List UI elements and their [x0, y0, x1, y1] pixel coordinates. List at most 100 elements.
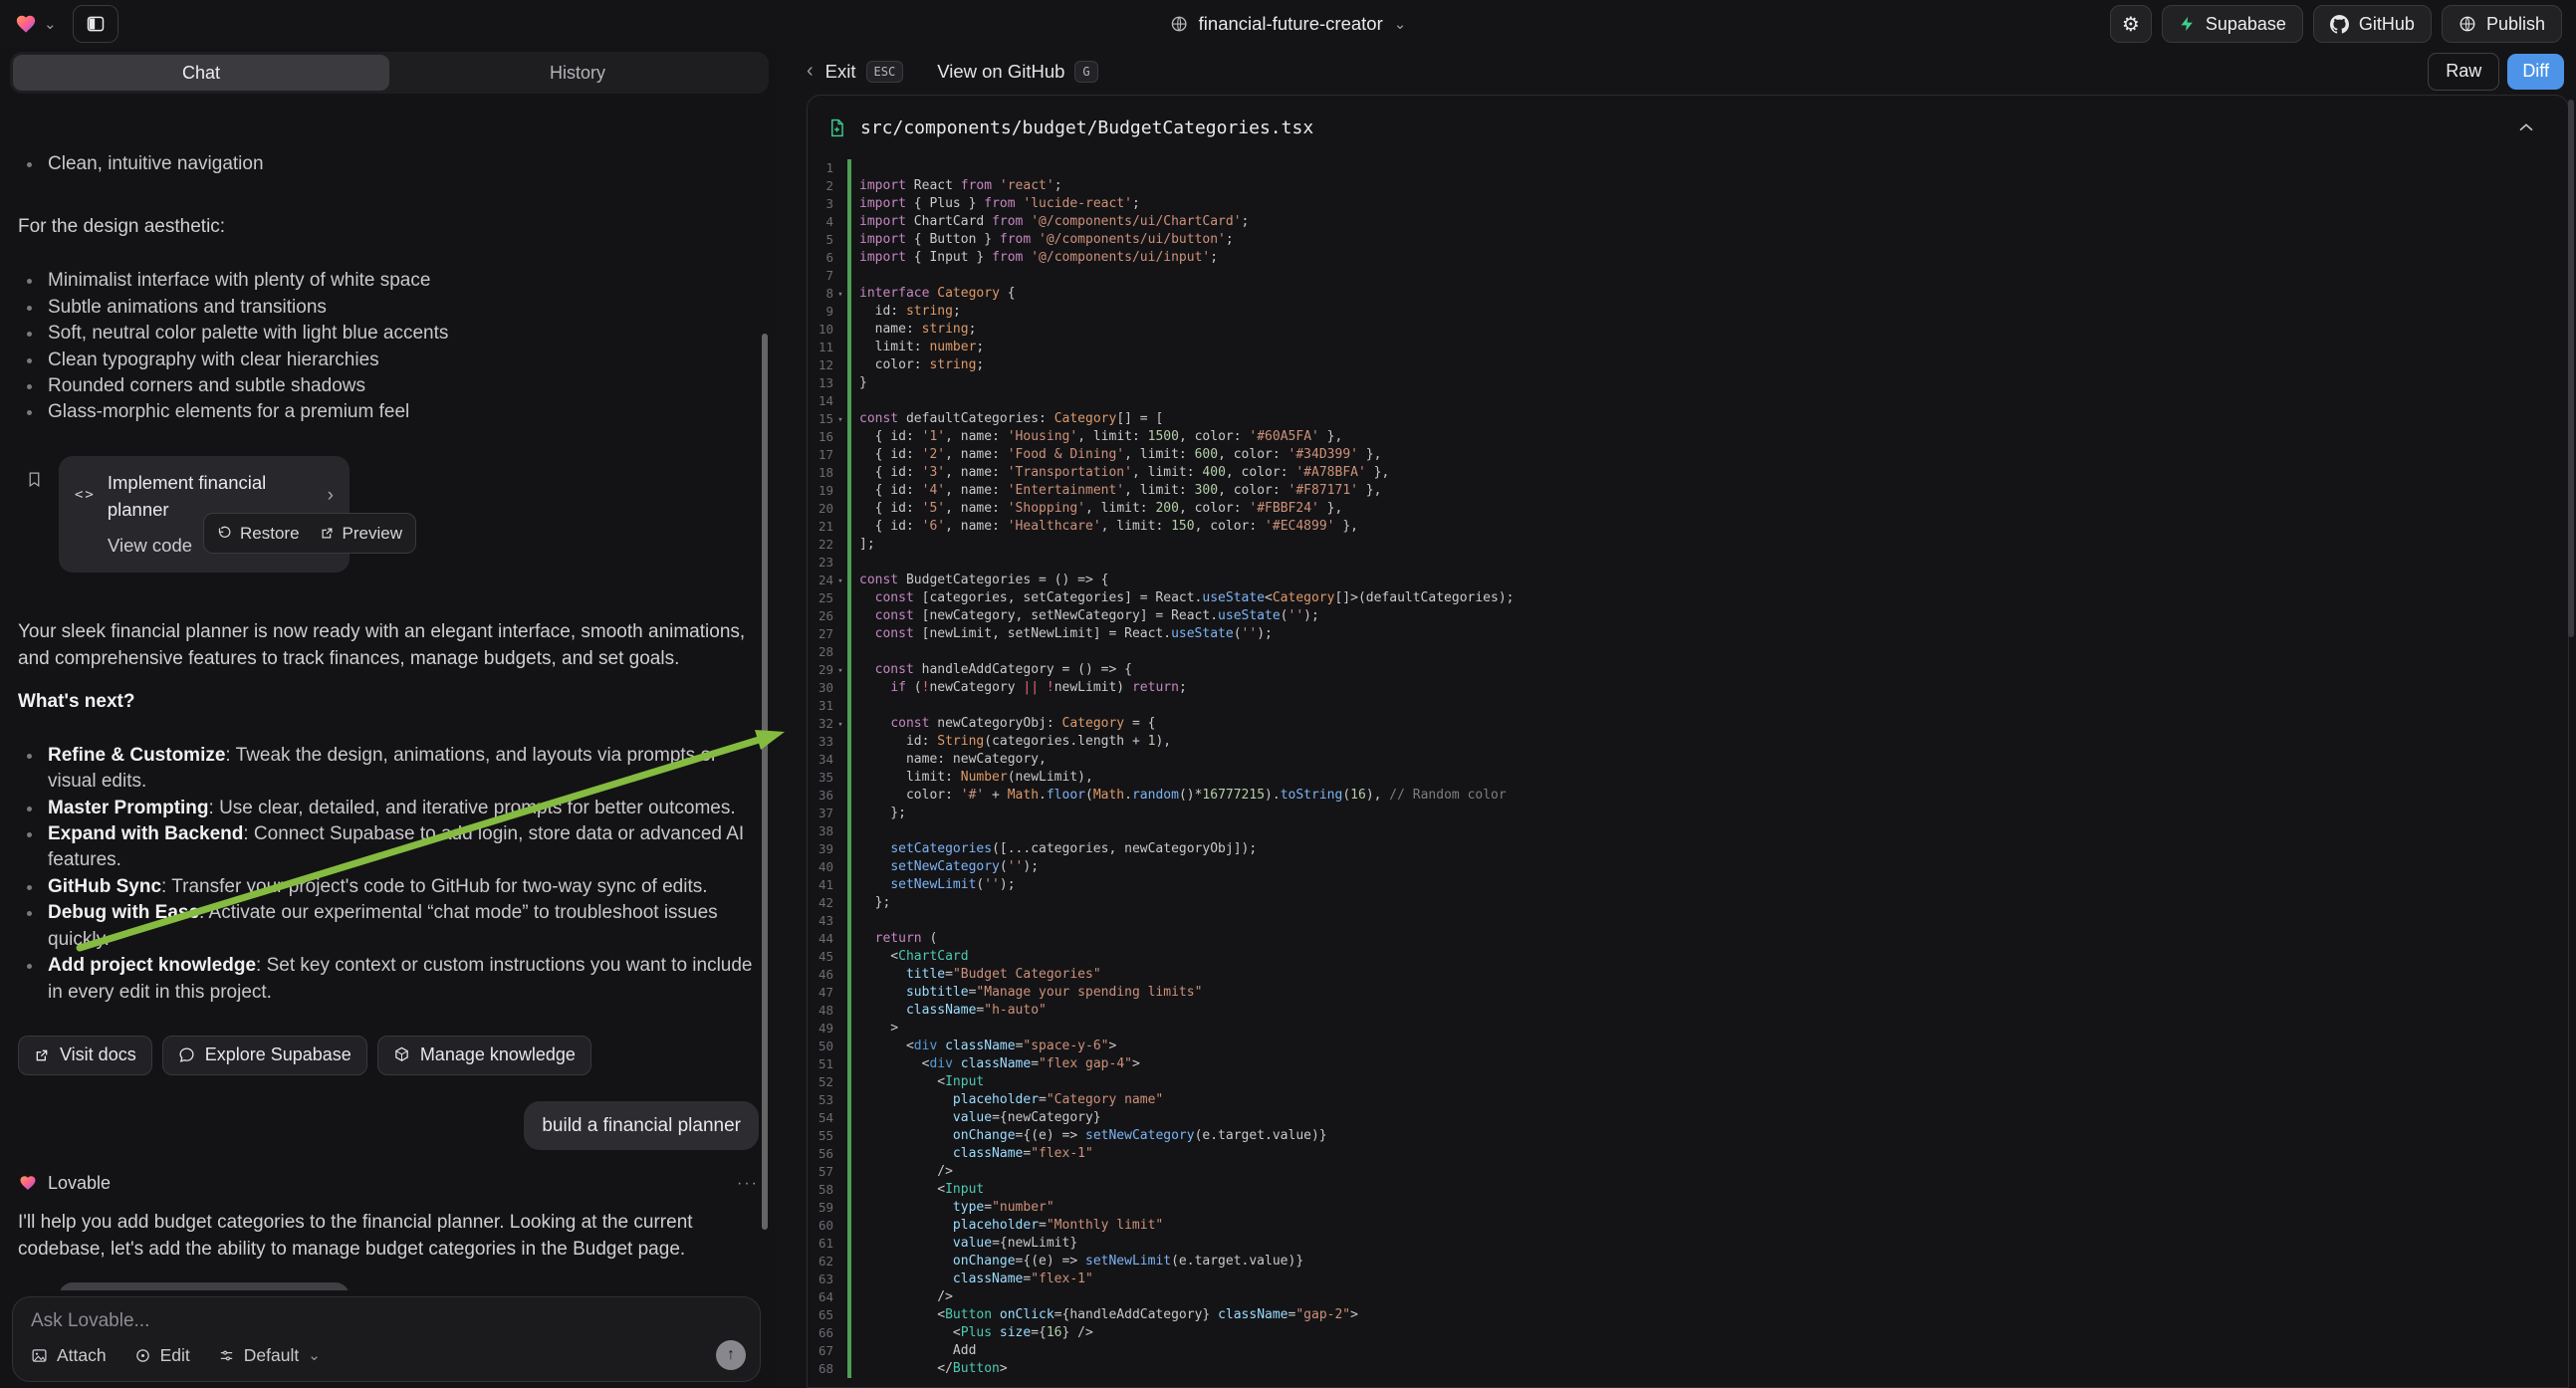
sidebar-toggle-button[interactable] — [73, 5, 118, 43]
line-number: 40 — [808, 858, 833, 876]
code-text: id: string; — [859, 303, 961, 321]
panel-left-icon — [86, 14, 106, 34]
code-text: { id: '3', name: 'Transportation', limit… — [859, 464, 1389, 482]
line-number: 49 — [808, 1020, 833, 1038]
code-line: 25 const [categories, setCategories] = R… — [808, 589, 2568, 607]
code-line: 36 color: '#' + Math.floor(Math.random()… — [808, 787, 2568, 805]
code-text: const [categories, setCategories] = Reac… — [859, 589, 1514, 607]
line-number: 9 — [808, 303, 833, 321]
fold-chevron-icon[interactable]: ▾ — [833, 572, 847, 589]
attach-button[interactable]: Attach — [31, 1345, 107, 1366]
manage-knowledge-button[interactable]: Manage knowledge — [377, 1036, 591, 1075]
preview-button[interactable]: Preview — [320, 520, 402, 547]
chat-message-area: Clean, intuitive navigation For the desi… — [0, 143, 777, 1290]
code-text: </Button> — [859, 1360, 1008, 1378]
diff-added-bar — [847, 1342, 851, 1360]
fold-chevron-icon[interactable]: ▾ — [833, 661, 847, 679]
line-number: 24 — [808, 572, 833, 589]
fold-gutter — [833, 894, 847, 912]
project-selector[interactable]: financial-future-creator ⌄ — [1170, 13, 1407, 35]
github-label: GitHub — [2359, 14, 2415, 35]
code-text: <Input — [859, 1073, 984, 1091]
fold-chevron-icon[interactable]: ▾ — [833, 715, 847, 733]
code-text: > — [859, 1020, 898, 1038]
fold-gutter — [833, 159, 847, 177]
code-line: 39 setCategories([...categories, newCate… — [808, 840, 2568, 858]
chat-scrollbar[interactable] — [762, 334, 768, 1230]
exit-button[interactable]: Exit — [825, 61, 856, 83]
file-header[interactable]: src/components/budget/BudgetCategories.t… — [808, 96, 2568, 159]
back-chevron-icon[interactable]: ‹ — [807, 60, 814, 83]
version-card-add-budget-categories[interactable]: <> Add budget categories › View code — [59, 1282, 350, 1290]
visit-docs-button[interactable]: Visit docs — [18, 1036, 152, 1075]
line-number: 59 — [808, 1199, 833, 1217]
view-on-github-button[interactable]: View on GitHub — [937, 61, 1064, 83]
whats-next-title: What's next? — [18, 688, 759, 715]
raw-button[interactable]: Raw — [2428, 53, 2499, 91]
line-number: 51 — [808, 1055, 833, 1073]
fold-gutter — [833, 1055, 847, 1073]
github-button[interactable]: GitHub — [2313, 5, 2432, 43]
fold-gutter — [833, 751, 847, 769]
code-line: 1 — [808, 159, 2568, 177]
diff-added-bar — [847, 428, 851, 446]
workspace-menu-chevron-icon[interactable]: ⌄ — [44, 15, 57, 33]
settings-button[interactable]: ⚙ — [2110, 5, 2152, 43]
code-text: const [newLimit, setNewLimit] = React.us… — [859, 625, 1273, 643]
mode-selector[interactable]: Default ⌄ — [218, 1345, 321, 1366]
code-text: { id: '1', name: 'Housing', limit: 1500,… — [859, 428, 1342, 446]
design-bullet-list: Minimalist interface with plenty of whit… — [18, 268, 759, 425]
publish-button[interactable]: Publish — [2442, 5, 2562, 43]
edit-button[interactable]: Edit — [134, 1345, 190, 1366]
line-number: 29 — [808, 661, 833, 679]
collapse-file-button[interactable] — [2504, 109, 2548, 146]
diff-button[interactable]: Diff — [2507, 54, 2564, 90]
diff-added-bar — [847, 285, 851, 303]
package-icon — [393, 1046, 410, 1063]
code-text: const handleAddCategory = () => { — [859, 661, 1132, 679]
fold-gutter — [833, 231, 847, 249]
tab-chat[interactable]: Chat — [13, 55, 389, 91]
code-line: 22]; — [808, 536, 2568, 554]
code-text: import { Plus } from 'lucide-react'; — [859, 195, 1140, 213]
diff-added-bar — [847, 1109, 851, 1127]
code-text: { id: '4', name: 'Entertainment', limit:… — [859, 482, 1381, 500]
code-line: 67 Add — [808, 1342, 2568, 1360]
code-line: 48 className="h-auto" — [808, 1002, 2568, 1020]
code-scrollbar[interactable] — [2568, 100, 2574, 637]
diff-added-bar — [847, 231, 851, 249]
send-button[interactable]: ↑ — [716, 1340, 746, 1370]
fold-chevron-icon[interactable]: ▾ — [833, 285, 847, 303]
line-number: 21 — [808, 518, 833, 536]
restore-button[interactable]: Restore — [217, 520, 300, 547]
code-line: 29▾ const handleAddCategory = () => { — [808, 661, 2568, 679]
diff-added-bar — [847, 805, 851, 822]
diff-added-bar — [847, 392, 851, 410]
code-text: id: String(categories.length + 1), — [859, 733, 1171, 751]
code-toolbar: ‹ Exit ESC View on GitHub G Raw Diff — [777, 48, 2576, 95]
code-line: 16 { id: '1', name: 'Housing', limit: 15… — [808, 428, 2568, 446]
tab-history[interactable]: History — [389, 55, 766, 91]
code-line: 47 subtitle="Manage your spending limits… — [808, 984, 2568, 1002]
image-icon — [31, 1347, 48, 1364]
diff-added-bar — [847, 751, 851, 769]
diff-added-bar — [847, 643, 851, 661]
globe-icon — [1170, 15, 1188, 33]
diff-added-bar — [847, 984, 851, 1002]
message-menu-icon[interactable]: ··· — [737, 1170, 759, 1197]
manage-knowledge-label: Manage knowledge — [420, 1041, 576, 1068]
list-item: Master Prompting: Use clear, detailed, a… — [18, 796, 759, 821]
diff-added-bar — [847, 1288, 851, 1306]
fold-chevron-icon[interactable]: ▾ — [833, 410, 847, 428]
supabase-button[interactable]: Supabase — [2162, 5, 2303, 43]
fold-gutter — [833, 1109, 847, 1127]
diff-added-bar — [847, 1163, 851, 1181]
code-line: 4import ChartCard from '@/components/ui/… — [808, 213, 2568, 231]
prompt-input-box[interactable]: Ask Lovable... Attach Edit — [12, 1296, 761, 1382]
code-text: name: string; — [859, 321, 976, 339]
diff-added-bar — [847, 733, 851, 751]
diff-added-bar — [847, 1253, 851, 1271]
code-line: 35 limit: Number(newLimit), — [808, 769, 2568, 787]
explore-supabase-button[interactable]: Explore Supabase — [162, 1036, 367, 1075]
diff-added-bar — [847, 1235, 851, 1253]
